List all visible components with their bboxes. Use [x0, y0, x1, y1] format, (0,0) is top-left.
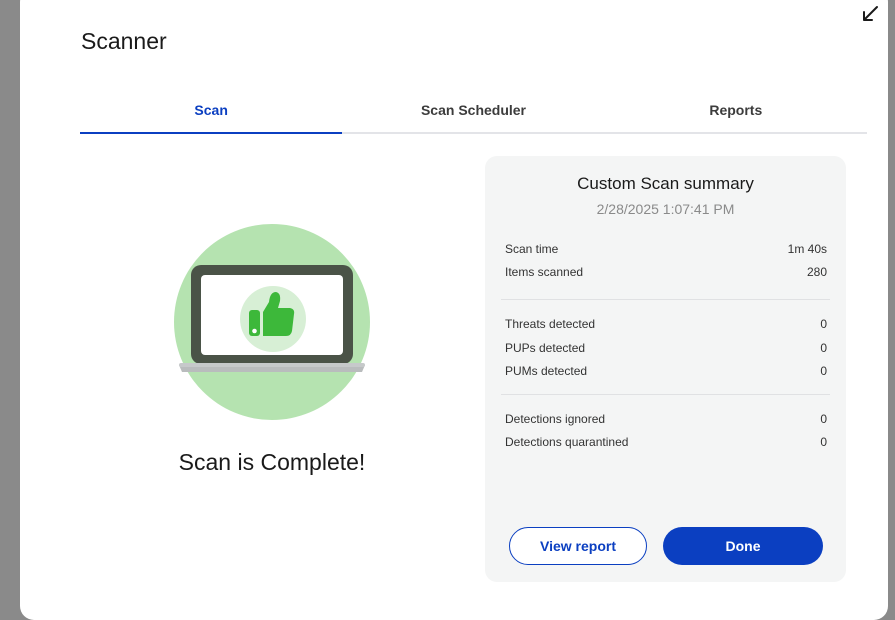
- row-label: Items scanned: [505, 265, 584, 279]
- summary-date: 2/28/2025 1:07:41 PM: [596, 201, 735, 217]
- row-value: 0: [820, 412, 827, 426]
- row-value: 1m 40s: [787, 242, 827, 256]
- row-value: 0: [820, 364, 827, 378]
- tab-reports[interactable]: Reports: [605, 92, 867, 132]
- summary-row-items-scanned: Items scanned 280: [505, 265, 827, 279]
- done-button[interactable]: Done: [663, 527, 823, 565]
- divider: [501, 299, 830, 300]
- view-report-button[interactable]: View report: [509, 527, 647, 565]
- summary-row-threats: Threats detected 0: [505, 317, 827, 331]
- row-value: 280: [806, 265, 827, 279]
- summary-row-pums: PUMs detected 0: [505, 364, 827, 378]
- summary-row-pups: PUPs detected 0: [505, 341, 827, 355]
- summary-title: Custom Scan summary: [577, 174, 754, 193]
- tab-scan-scheduler[interactable]: Scan Scheduler: [342, 92, 604, 132]
- scan-summary-panel: Custom Scan summary 2/28/2025 1:07:41 PM…: [485, 156, 846, 582]
- row-label: Scan time: [505, 242, 559, 256]
- scanner-window: Scanner Scan Scan Scheduler Reports Scan…: [20, 0, 888, 620]
- page-title: Scanner: [81, 28, 167, 54]
- tab-scan[interactable]: Scan: [80, 92, 343, 134]
- row-label: PUPs detected: [505, 341, 586, 355]
- scan-status-text: Scan is Complete!: [178, 449, 366, 475]
- row-label: Detections ignored: [505, 412, 606, 426]
- row-label: PUMs detected: [505, 364, 588, 378]
- row-label: Detections quarantined: [505, 435, 629, 449]
- row-value: 0: [820, 317, 827, 331]
- row-value: 0: [820, 341, 827, 355]
- row-label: Threats detected: [505, 317, 596, 331]
- arrow-down-left-icon: [863, 6, 878, 21]
- summary-row-quarantined: Detections quarantined 0: [505, 435, 827, 449]
- row-value: 0: [820, 435, 827, 449]
- laptop-thumbs-up-icon: [174, 224, 370, 420]
- summary-row-ignored: Detections ignored 0: [505, 412, 827, 426]
- collapse-button[interactable]: [858, 2, 882, 26]
- tab-bar: Scan Scan Scheduler Reports: [80, 92, 867, 134]
- summary-row-scan-time: Scan time 1m 40s: [505, 242, 827, 256]
- divider: [501, 394, 830, 395]
